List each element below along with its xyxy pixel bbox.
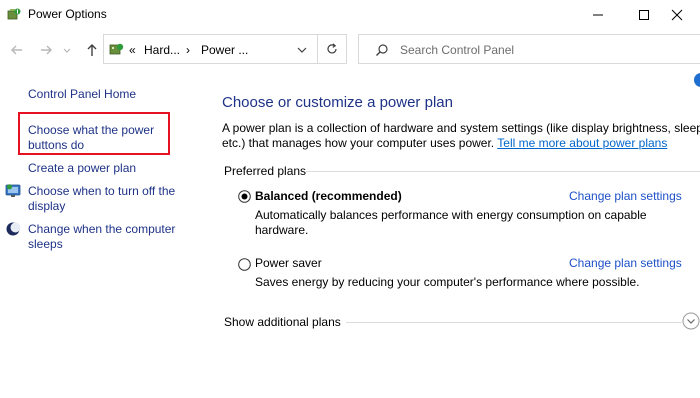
plan-name-balanced[interactable]: Balanced (recommended) xyxy=(255,189,402,203)
change-plan-settings-link-power-saver[interactable]: Change plan settings xyxy=(569,256,682,270)
radio-power-saver[interactable] xyxy=(238,258,251,271)
sidebar-item-label: Change when the computer xyxy=(28,222,176,236)
description-text: etc.) that manages how your computer use… xyxy=(222,136,498,150)
page-title: Choose or customize a power plan xyxy=(222,94,453,111)
close-button[interactable] xyxy=(654,0,700,30)
sidebar-item-change-sleep[interactable]: Change when the computer sleeps xyxy=(28,222,175,252)
recent-locations-chevron-icon[interactable] xyxy=(62,42,72,58)
sidebar-item-label: display xyxy=(28,199,66,213)
minimize-button[interactable] xyxy=(575,0,621,30)
help-icon[interactable]: ? xyxy=(692,72,700,88)
plan-description-line: Saves energy by reducing your computer's… xyxy=(255,275,640,289)
address-bar[interactable]: « Hard... › Power ... xyxy=(103,34,317,64)
navigation-bar: « Hard... › Power ... Search Control Pan… xyxy=(0,34,700,66)
address-dropdown-chevron-icon[interactable] xyxy=(296,42,308,58)
sidebar-item-label: sleeps xyxy=(28,237,63,251)
sidebar-item-label: Choose when to turn off the xyxy=(28,184,176,198)
preferred-plans-label: Preferred plans xyxy=(224,164,307,178)
sidebar-item-control-panel-home[interactable]: Control Panel Home xyxy=(28,87,136,102)
window-title: Power Options xyxy=(28,7,107,21)
plan-description-line: Automatically balances performance with … xyxy=(255,208,647,222)
search-field[interactable]: Search Control Panel xyxy=(358,34,700,64)
sidebar-item-create-power-plan[interactable]: Create a power plan xyxy=(28,161,136,176)
radio-balanced[interactable] xyxy=(238,190,251,203)
title-bar: Power Options xyxy=(0,0,700,30)
expand-chevron-icon[interactable] xyxy=(682,312,700,330)
sidebar-item-choose-power-buttons[interactable]: Choose what the power buttons do xyxy=(28,123,154,153)
plan-name-power-saver[interactable]: Power saver xyxy=(255,256,322,270)
breadcrumb-power-options[interactable]: Power ... xyxy=(201,43,248,57)
breadcrumb-hardware[interactable]: Hard... xyxy=(144,43,180,57)
minimize-icon xyxy=(593,14,603,16)
search-placeholder: Search Control Panel xyxy=(400,43,515,57)
description-line: A power plan is a collection of hardware… xyxy=(222,121,700,135)
plan-description-line: hardware. xyxy=(255,223,309,237)
back-arrow-icon[interactable] xyxy=(9,42,25,58)
power-options-icon xyxy=(6,6,22,22)
search-icon xyxy=(375,43,389,57)
close-icon xyxy=(671,9,683,21)
breadcrumb-overflow[interactable]: « xyxy=(129,43,136,57)
forward-arrow-icon[interactable] xyxy=(38,42,54,58)
change-plan-settings-link-balanced[interactable]: Change plan settings xyxy=(569,189,682,203)
divider xyxy=(346,322,682,323)
breadcrumb-separator[interactable]: › xyxy=(186,43,190,57)
learn-more-link[interactable]: Tell me more about power plans xyxy=(497,136,667,150)
maximize-icon xyxy=(639,10,649,20)
refresh-icon xyxy=(327,43,337,54)
moon-icon xyxy=(5,221,21,237)
description-line: etc.) that manages how your computer use… xyxy=(222,136,700,151)
sidebar-item-label: buttons do xyxy=(28,138,85,152)
show-additional-plans-label[interactable]: Show additional plans xyxy=(224,315,341,329)
display-icon xyxy=(5,183,21,199)
plan-description-power-saver: Saves energy by reducing your computer's… xyxy=(255,275,640,290)
refresh-button[interactable] xyxy=(317,34,347,64)
page-description: A power plan is a collection of hardware… xyxy=(222,121,700,151)
divider xyxy=(306,171,700,172)
sidebar-item-label: Choose what the power xyxy=(28,123,155,137)
control-panel-icon xyxy=(109,41,125,57)
sidebar-item-turn-off-display[interactable]: Choose when to turn off the display xyxy=(28,184,175,214)
plan-description-balanced: Automatically balances performance with … xyxy=(255,208,647,238)
up-arrow-icon[interactable] xyxy=(84,42,100,58)
